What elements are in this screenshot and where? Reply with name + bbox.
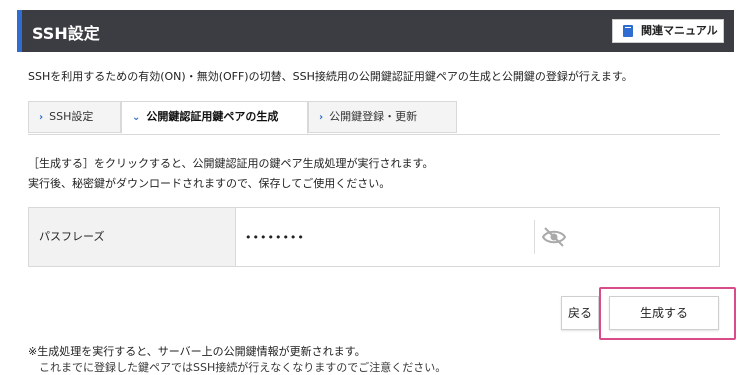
tab-label: 公開鍵登録・更新 <box>329 110 418 123</box>
note-line: ※生成処理を実行すると、サーバー上の公開鍵情報が更新されます。 <box>28 345 366 358</box>
chevron-right-icon: › <box>319 112 324 123</box>
tab-label: SSH設定 <box>49 110 94 123</box>
divider <box>534 220 535 254</box>
note-line: これまでに登録した鍵ペアではSSH接続が行えなくなりますのでご注意ください。 <box>28 361 447 374</box>
page-description: SSHを利用するための有効(ON)・無効(OFF)の切替、SSH接続用の公開鍵認… <box>28 70 633 83</box>
related-manual-button[interactable]: 関連マニュアル <box>612 19 724 43</box>
instructions: ［生成する］をクリックすると、公開鍵認証用の鍵ペア生成処理が実行されます。 実行… <box>28 154 433 194</box>
back-button[interactable]: 戻る <box>561 296 599 330</box>
book-icon <box>623 25 633 37</box>
page-header: SSH設定 関連マニュアル <box>17 10 734 52</box>
passphrase-row: パスフレーズ <box>28 207 720 267</box>
page-title: SSH設定 <box>32 24 100 43</box>
tab-generate-keypair[interactable]: ⌄ 公開鍵認証用鍵ペアの生成 <box>121 101 308 134</box>
instruction-line: 実行後、秘密鍵がダウンロードされますので、保存してご使用ください。 <box>28 177 391 190</box>
tab-bar: › SSH設定 ⌄ 公開鍵認証用鍵ペアの生成 › 公開鍵登録・更新 <box>28 101 720 135</box>
related-manual-label: 関連マニュアル <box>641 24 718 37</box>
chevron-down-icon: ⌄ <box>132 112 141 123</box>
eye-slash-icon[interactable] <box>541 226 567 248</box>
instruction-line: ［生成する］をクリックすると、公開鍵認証用の鍵ペア生成処理が実行されます。 <box>28 157 434 170</box>
passphrase-input[interactable] <box>236 208 534 266</box>
passphrase-label: パスフレーズ <box>29 208 236 266</box>
tab-label: 公開鍵認証用鍵ペアの生成 <box>146 110 279 123</box>
tab-ssh-settings[interactable]: › SSH設定 <box>28 101 121 133</box>
generate-button[interactable]: 生成する <box>609 296 719 330</box>
chevron-right-icon: › <box>39 112 44 123</box>
tab-register-public-key[interactable]: › 公開鍵登録・更新 <box>308 101 457 133</box>
